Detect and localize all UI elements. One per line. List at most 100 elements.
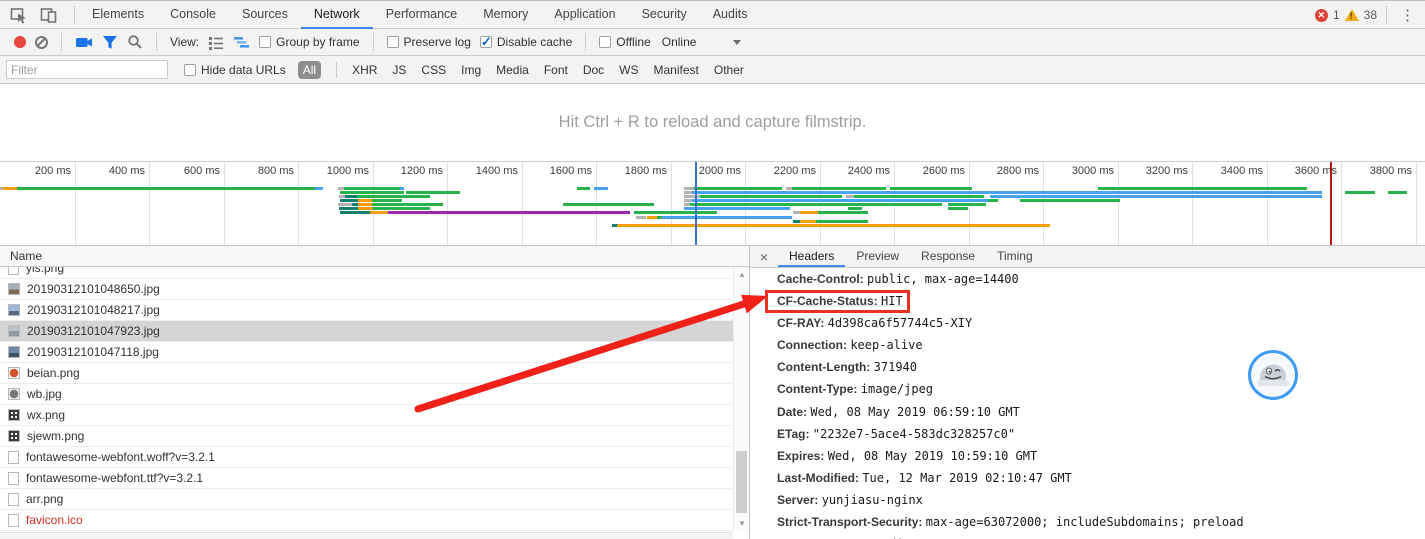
tab-sources[interactable]: Sources	[229, 1, 301, 29]
waterfall-bar	[684, 191, 692, 194]
response-header-expires: Expires: Wed, 08 May 2019 10:59:10 GMT	[750, 445, 1425, 467]
checkbox-icon[interactable]	[387, 36, 399, 48]
header-name: Last-Modified:	[777, 471, 862, 485]
request-row-20190312101048650-jpg[interactable]: 20190312101048650.jpg	[0, 279, 733, 300]
waterfall-bar	[344, 187, 400, 190]
header-value: 371940	[874, 360, 917, 374]
request-row-arr-png[interactable]: arr.png	[0, 489, 733, 510]
tab-audits[interactable]: Audits	[700, 1, 761, 29]
details-tab-preview[interactable]: Preview	[845, 246, 910, 267]
response-header-content-type: Content-Type: image/jpeg	[750, 378, 1425, 400]
tab-console[interactable]: Console	[157, 1, 229, 29]
request-row-20190312101047118-jpg[interactable]: 20190312101047118.jpg	[0, 342, 733, 363]
type-filter-css[interactable]: CSS	[421, 63, 446, 77]
error-icon[interactable]: ✕	[1315, 9, 1328, 22]
waterfall-bar	[1345, 191, 1375, 194]
request-row-beian-png[interactable]: beian.png	[0, 363, 733, 384]
view-list-icon[interactable]	[208, 35, 224, 50]
header-name: Expires:	[777, 449, 828, 463]
close-icon[interactable]: ×	[750, 246, 778, 267]
checkbox-icon[interactable]	[184, 64, 196, 76]
record-network-log-button[interactable]	[14, 36, 26, 48]
type-filter-media[interactable]: Media	[496, 63, 529, 77]
preserve-log-checkbox[interactable]: Preserve log	[387, 35, 471, 49]
header-value: yunjiasu-nginx	[822, 493, 923, 507]
request-row-favicon-ico[interactable]: favicon.ico	[0, 510, 733, 531]
hide-data-urls-checkbox[interactable]: Hide data URLs	[184, 63, 286, 77]
request-row-20190312101047923-jpg[interactable]: 20190312101047923.jpg	[0, 321, 733, 342]
offline-checkbox[interactable]: Offline	[599, 35, 650, 49]
response-header-cf-ray: CF-RAY: 4d398ca6f57744c5-XIY	[750, 312, 1425, 334]
scroll-up-icon[interactable]: ▲	[734, 269, 750, 281]
details-tab-headers[interactable]: Headers	[778, 246, 845, 267]
error-count[interactable]: 1	[1333, 8, 1340, 22]
waterfall-bar	[846, 195, 854, 198]
details-tab-timing[interactable]: Timing	[986, 246, 1044, 267]
checkbox-icon[interactable]	[259, 36, 271, 48]
type-filter-js[interactable]: JS	[392, 63, 406, 77]
timeline-tick-label: 3600 ms	[1271, 165, 1337, 177]
type-filter-manifest[interactable]: Manifest	[654, 63, 699, 77]
scrollbar-thumb[interactable]	[736, 451, 747, 513]
request-row-fontawesome-webfont-woff-v-3-2-1[interactable]: fontawesome-webfont.woff?v=3.2.1	[0, 447, 733, 468]
request-name: fontawesome-webfont.woff?v=3.2.1	[26, 450, 215, 464]
waterfall-bar	[692, 191, 1322, 194]
response-header-strict-transport-security: Strict-Transport-Security: max-age=63072…	[750, 511, 1425, 533]
tab-memory[interactable]: Memory	[470, 1, 541, 29]
request-row-wx-png[interactable]: wx.png	[0, 405, 733, 426]
waterfall-bar	[338, 203, 352, 206]
type-filter-font[interactable]: Font	[544, 63, 568, 77]
type-filter-doc[interactable]: Doc	[583, 63, 604, 77]
request-row-20190312101048217-jpg[interactable]: 20190312101048217.jpg	[0, 300, 733, 321]
tab-application[interactable]: Application	[541, 1, 628, 29]
chevron-down-icon[interactable]	[733, 40, 741, 45]
request-row-fontawesome-webfont-ttf-v-3-2-1[interactable]: fontawesome-webfont.ttf?v=3.2.1	[0, 468, 733, 489]
waterfall-bar	[800, 211, 818, 214]
chat-mascot-widget[interactable]	[1247, 349, 1299, 401]
timeline-gridline	[1267, 162, 1268, 245]
tab-security[interactable]: Security	[629, 1, 700, 29]
type-filter-all[interactable]: All	[298, 61, 321, 79]
disable-cache-checkbox[interactable]: Disable cache	[480, 35, 572, 49]
request-row-yis-png[interactable]: yis.png	[0, 267, 733, 279]
warning-count[interactable]: 38	[1364, 8, 1377, 22]
warning-icon[interactable]	[1345, 9, 1359, 21]
toolbar-separator	[156, 33, 157, 51]
inspect-element-icon[interactable]	[8, 4, 30, 26]
filter-input[interactable]	[6, 60, 168, 79]
requests-scrollbar[interactable]: ▲ ▼	[733, 267, 749, 532]
checkbox-icon[interactable]	[599, 36, 611, 48]
throttling-select[interactable]: Online	[662, 35, 697, 49]
type-filter-img[interactable]: Img	[461, 63, 481, 77]
request-row-sjewm-png[interactable]: sjewm.png	[0, 426, 733, 447]
timeline-tick-label: 800 ms	[228, 165, 294, 177]
clear-icon[interactable]	[35, 36, 48, 49]
tab-performance[interactable]: Performance	[373, 1, 471, 29]
device-toolbar-icon[interactable]	[38, 4, 60, 26]
scroll-down-icon[interactable]: ▼	[734, 518, 750, 530]
more-options-icon[interactable]: ⋮	[1396, 6, 1419, 24]
request-row-wb-jpg[interactable]: wb.jpg	[0, 384, 733, 405]
capture-screenshots-icon[interactable]	[75, 34, 93, 51]
filter-icon[interactable]	[102, 35, 118, 50]
header-name: Connection:	[777, 338, 850, 352]
waterfall-bar	[372, 203, 443, 206]
image-thumbnail-icon	[8, 325, 20, 337]
tab-elements[interactable]: Elements	[79, 1, 157, 29]
network-overview-timeline[interactable]: 200 ms400 ms600 ms800 ms1000 ms1200 ms14…	[0, 162, 1425, 246]
request-name: 20190312101047923.jpg	[27, 324, 160, 338]
search-icon[interactable]	[127, 34, 143, 50]
view-waterfall-icon[interactable]	[233, 35, 250, 50]
tab-network[interactable]: Network	[301, 1, 373, 29]
filmstrip-placeholder: Hit Ctrl + R to reload and capture films…	[0, 84, 1425, 162]
waterfall-bar	[577, 187, 590, 190]
name-column-header[interactable]: Name	[0, 246, 749, 267]
type-filter-other[interactable]: Other	[714, 63, 744, 77]
checkbox-icon[interactable]	[480, 36, 492, 48]
details-tab-response[interactable]: Response	[910, 246, 986, 267]
response-header-server: Server: yunjiasu-nginx	[750, 489, 1425, 511]
type-filter-xhr[interactable]: XHR	[352, 63, 377, 77]
group-by-frame-checkbox[interactable]: Group by frame	[259, 35, 359, 49]
waterfall-bar	[990, 195, 1322, 198]
type-filter-ws[interactable]: WS	[619, 63, 638, 77]
